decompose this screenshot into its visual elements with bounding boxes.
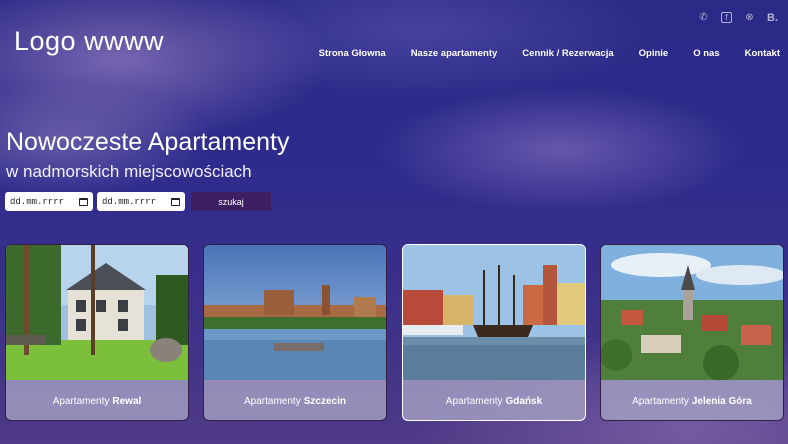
- apartment-card-gdansk[interactable]: Apartamenty Gdańsk: [402, 244, 586, 421]
- social-links: ✆ f ⊗ B.: [698, 12, 778, 24]
- hero-title: Nowoczeste Apartamenty: [6, 128, 290, 156]
- szczecin-photo: [204, 245, 386, 380]
- tripadvisor-icon[interactable]: ⊗: [744, 12, 755, 23]
- card-city: Jelenia Góra: [691, 395, 752, 407]
- date-from-input[interactable]: dd.mm.rrrr: [5, 192, 93, 211]
- nav-contact[interactable]: Kontakt: [745, 48, 780, 59]
- hero-subtitle: w nadmorskich miejscowościach: [6, 162, 252, 181]
- date-to-input[interactable]: dd.mm.rrrr: [97, 192, 185, 211]
- calendar-icon[interactable]: [171, 197, 180, 206]
- nav-apartments[interactable]: Nasze apartamenty: [411, 48, 498, 59]
- rewal-photo: [6, 245, 188, 380]
- facebook-icon[interactable]: f: [721, 12, 732, 23]
- card-city: Szczecin: [303, 395, 346, 407]
- date-to-placeholder: dd.mm.rrrr: [102, 196, 157, 207]
- apartment-card-jelenia-gora[interactable]: Apartamenty Jelenia Góra: [600, 244, 784, 421]
- nav-pricing-booking[interactable]: Cennik / Rezerwacja: [522, 48, 613, 59]
- phone-icon[interactable]: ✆: [698, 12, 709, 23]
- card-label: Apartamenty Jelenia Góra: [632, 395, 752, 407]
- card-label: Apartamenty Rewal: [52, 395, 142, 407]
- apartment-card-szczecin[interactable]: Apartamenty Szczecin: [203, 244, 387, 421]
- calendar-icon[interactable]: [79, 197, 88, 206]
- date-from-placeholder: dd.mm.rrrr: [10, 196, 65, 207]
- booking-icon[interactable]: B.: [767, 12, 778, 24]
- card-city: Rewal: [112, 395, 142, 407]
- search-form: dd.mm.rrrr dd.mm.rrrr szukaj: [5, 192, 271, 211]
- nav-reviews[interactable]: Opinie: [639, 48, 669, 59]
- gdansk-photo: [403, 245, 585, 380]
- main-nav: Strona Głowna Nasze apartamenty Cennik /…: [294, 48, 780, 59]
- apartment-card-rewal[interactable]: Apartamenty Rewal: [5, 244, 189, 421]
- nav-about[interactable]: O nas: [693, 48, 719, 59]
- card-city: Gdańsk: [505, 395, 543, 407]
- card-label: Apartamenty Szczecin: [244, 395, 346, 407]
- card-label: Apartamenty Gdańsk: [445, 395, 543, 407]
- site-logo[interactable]: Logo wwww: [14, 26, 164, 57]
- jelenia-gora-photo: [601, 245, 783, 380]
- search-button[interactable]: szukaj: [191, 192, 271, 211]
- nav-home[interactable]: Strona Głowna: [319, 48, 386, 59]
